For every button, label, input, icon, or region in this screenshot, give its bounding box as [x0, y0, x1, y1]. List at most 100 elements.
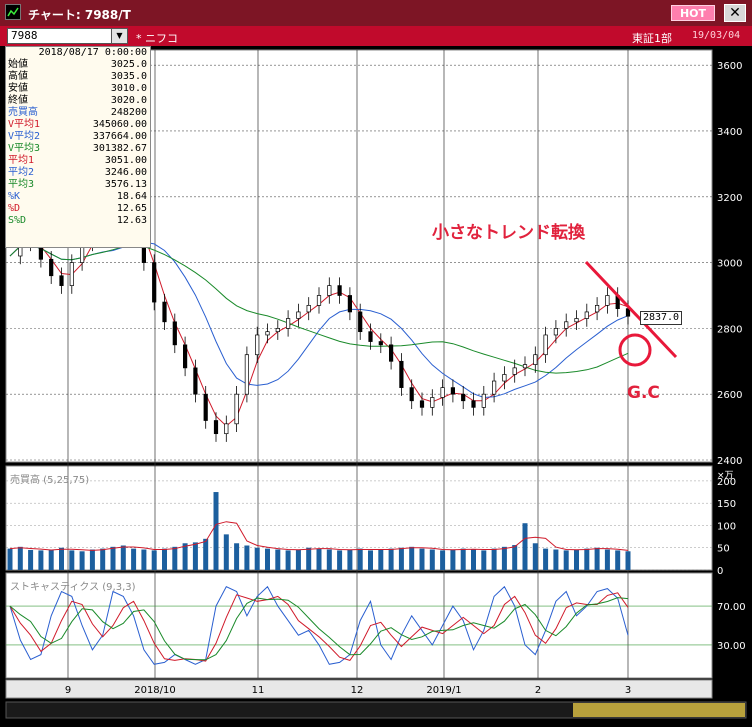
info-row: S%D 12.63	[6, 215, 150, 227]
candle-body	[440, 387, 445, 398]
candle-body	[234, 393, 239, 425]
candle-body	[193, 367, 198, 395]
volume-bar	[501, 546, 507, 570]
info-row-label: 平均2	[8, 167, 35, 178]
volume-bar	[378, 549, 384, 570]
volume-bar	[512, 545, 518, 570]
volume-tick-label: 50	[717, 544, 730, 555]
info-row-value: 12.63	[116, 215, 147, 226]
candle-body	[543, 334, 548, 356]
info-row-value: 12.65	[116, 203, 147, 214]
volume-bar	[48, 549, 54, 570]
window-title: チャート: 7988/T	[28, 8, 131, 22]
info-row-label: %K	[8, 191, 21, 202]
volume-bar	[79, 551, 85, 570]
candle-body	[481, 393, 486, 408]
volume-tick-label: 0	[717, 566, 723, 577]
price-tick-label: 3600	[717, 61, 742, 72]
candle-body	[584, 311, 589, 319]
date-tick-label: 12	[351, 685, 364, 696]
volume-bar	[141, 549, 147, 570]
info-row-value: 3035.0	[110, 71, 147, 82]
info-row: %D 12.65	[6, 203, 150, 215]
info-row-label: 平均1	[8, 155, 35, 166]
candle-body	[419, 400, 425, 408]
candle-body	[502, 374, 507, 382]
info-row-value: 337664.00	[92, 131, 147, 142]
volume-bar	[553, 549, 559, 570]
volume-tick-label: 150	[717, 499, 736, 510]
candle-body	[430, 397, 435, 408]
info-row-value: 3025.0	[110, 59, 147, 70]
info-row: 売買高 248200	[6, 107, 150, 119]
candle-body	[162, 301, 167, 323]
volume-bar	[192, 542, 198, 570]
candle-body	[337, 285, 342, 296]
symbol-input[interactable]: 7988	[7, 28, 128, 44]
info-row: 始値 3025.0	[6, 59, 150, 71]
candle-body	[316, 295, 322, 306]
info-row: 平均1 3051.00	[6, 155, 150, 167]
date-tick-label: 11	[252, 685, 265, 696]
window-titlebar: チャート: 7988/T HOT ✕	[0, 0, 752, 26]
info-row: 安値 3010.0	[6, 83, 150, 95]
price-tick-label: 3000	[717, 259, 742, 270]
volume-bar	[574, 549, 579, 570]
candle-body	[389, 344, 394, 362]
volume-bar	[460, 548, 466, 570]
candle-body	[306, 305, 311, 313]
volume-bar	[100, 548, 106, 570]
volume-bar	[213, 492, 219, 570]
volume-indicator-label: 売買高 (5,25,75)	[10, 475, 90, 486]
info-row-label: 平均3	[8, 179, 35, 190]
candle-body	[347, 295, 352, 313]
info-row-value: 3576.13	[104, 179, 147, 190]
ohlc-info-panel: 2018/08/17 0:00:00 始値 3025.0 高値 3035.0 安値 301…	[5, 46, 151, 248]
volume-bar	[275, 549, 281, 570]
volume-bar	[69, 550, 75, 570]
volume-bar	[594, 547, 600, 570]
volume-bar	[244, 545, 250, 570]
price-tick-label: 3400	[717, 127, 742, 138]
candle-body	[553, 328, 559, 336]
volume-bar	[471, 549, 476, 570]
volume-bar	[563, 550, 569, 570]
volume-bar	[368, 550, 373, 570]
last-price-tag: 2837.0	[640, 311, 682, 325]
volume-bar	[615, 550, 621, 570]
candle-body	[399, 360, 404, 388]
volume-bar	[532, 543, 538, 570]
symbol-dropdown-button[interactable]: ▼	[111, 28, 128, 44]
volume-bar	[234, 543, 240, 570]
volume-bar	[347, 549, 353, 570]
candle-body	[564, 321, 569, 329]
candle-body	[522, 364, 528, 369]
candle-body	[172, 321, 177, 346]
volume-bar	[398, 547, 404, 570]
candle-body	[358, 311, 363, 333]
info-datetime: 2018/08/17 0:00:00	[38, 47, 147, 58]
candle-body	[255, 334, 260, 356]
info-row: V平均1 345060.00	[6, 119, 150, 131]
candle-body	[471, 400, 476, 408]
volume-bar	[357, 548, 363, 570]
volume-bar	[419, 548, 425, 570]
volume-bar	[295, 549, 301, 570]
volume-bar	[604, 549, 610, 570]
volume-bar	[584, 548, 590, 570]
volume-bar	[28, 549, 34, 570]
volume-bar	[89, 549, 95, 570]
volume-bar	[543, 548, 549, 570]
info-row: V平均3 301382.67	[6, 143, 150, 155]
close-button[interactable]: ✕	[724, 4, 746, 22]
candle-body	[69, 262, 74, 286]
symbol-toolbar: 7988 ▼ * ニフコ 東証1部 19/03/04	[0, 26, 752, 46]
volume-bar	[440, 550, 446, 570]
hot-button[interactable]: HOT	[671, 5, 715, 21]
volume-bar	[182, 543, 188, 570]
volume-bar	[254, 547, 260, 570]
volume-bar	[522, 523, 528, 570]
volume-bar	[450, 549, 456, 570]
info-row-value: 345060.00	[92, 119, 147, 130]
candle-body	[409, 387, 414, 402]
